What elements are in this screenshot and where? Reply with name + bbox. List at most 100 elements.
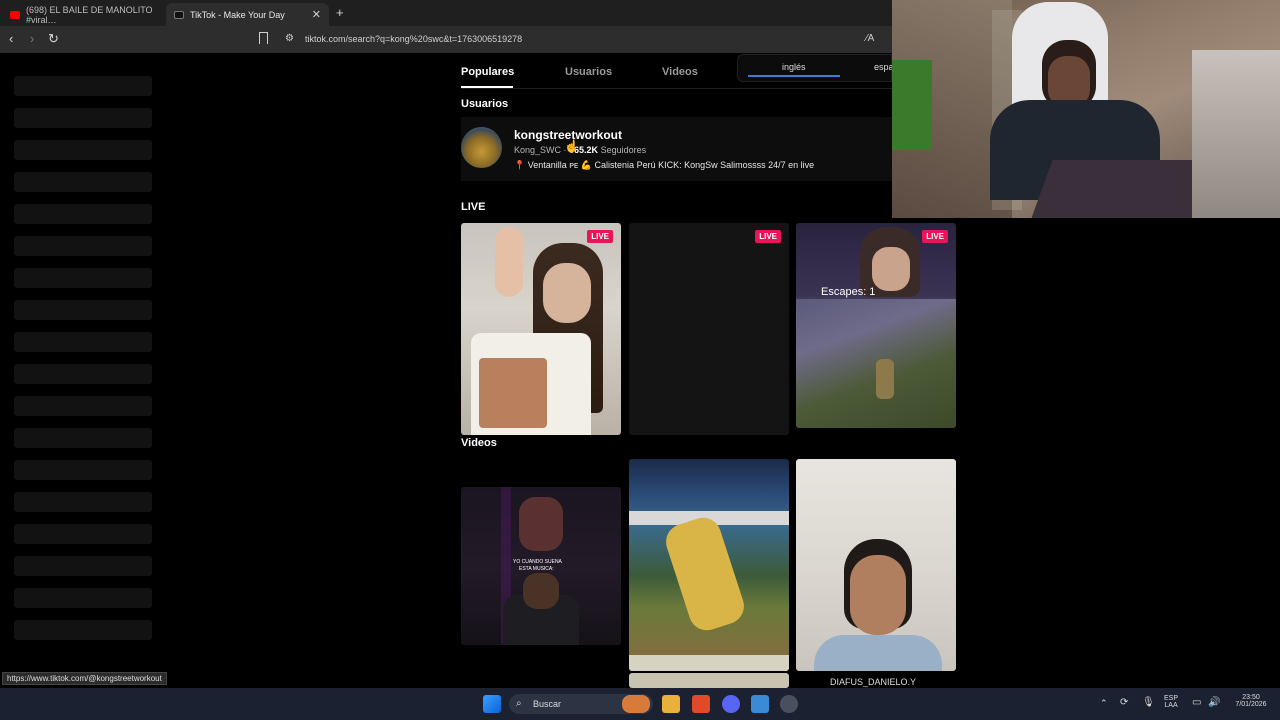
- live-badge: LIVE: [922, 230, 948, 243]
- search-icon: ⌕: [516, 698, 522, 709]
- microphone-icon[interactable]: 🎙: [1142, 697, 1155, 708]
- skeleton-item: [14, 204, 152, 224]
- skeleton-item: [14, 524, 152, 544]
- skeleton-item: [14, 460, 152, 480]
- face: [850, 555, 906, 635]
- back-icon[interactable]: ‹: [9, 31, 13, 46]
- tab-tiktok[interactable]: TikTok - Make Your Day ✕: [166, 3, 329, 26]
- app-icon[interactable]: [751, 695, 769, 713]
- green-object: [892, 60, 932, 150]
- skeleton-item: [14, 332, 152, 352]
- translate-panel: [737, 54, 892, 82]
- clock[interactable]: 23:50 7/01/2026: [1230, 694, 1272, 708]
- skeleton-item: [14, 364, 152, 384]
- section-title-live: LIVE: [461, 201, 486, 213]
- language-code: ESP: [1164, 695, 1179, 702]
- face: [872, 247, 910, 291]
- file-explorer-icon[interactable]: [662, 695, 680, 713]
- volume-icon[interactable]: 🔊: [1208, 697, 1220, 708]
- clock-time: 23:50: [1242, 694, 1260, 701]
- forward-icon[interactable]: ›: [30, 31, 34, 46]
- escapes-counter: Escapes: 1: [821, 286, 876, 298]
- video-overlay-text: ESTA MUSICA:: [519, 566, 554, 572]
- face: [523, 573, 559, 609]
- close-tab-icon[interactable]: ✕: [312, 8, 321, 21]
- user-handle: Kong_SWC: [514, 145, 562, 155]
- head-figure: [519, 497, 563, 551]
- skeleton-item: [14, 172, 152, 192]
- user-meta: Kong_SWC · 365.2K Seguidores: [514, 145, 647, 155]
- address-bar[interactable]: tiktok.com/search?q=kong%20swc&t=1763006…: [305, 34, 522, 44]
- hand: [495, 227, 523, 297]
- video-card-4-peek[interactable]: [629, 673, 789, 688]
- translate-option-english[interactable]: inglés: [782, 62, 806, 72]
- section-title-videos: Videos: [461, 437, 497, 449]
- game-character: [876, 359, 894, 399]
- tab-label: (698) EL BAILE DE MANOLITO #viral…: [26, 4, 153, 25]
- tab-youtube[interactable]: (698) EL BAILE DE MANOLITO #viral…: [2, 3, 162, 26]
- tabs-divider: [461, 88, 892, 89]
- tab-videos[interactable]: Videos: [662, 66, 698, 78]
- youtube-icon: [10, 10, 20, 19]
- clock-date: 7/01/2026: [1235, 701, 1267, 708]
- live-card-3[interactable]: Escapes: 1 LIVE: [796, 223, 956, 428]
- live-badge: LIVE: [755, 230, 781, 243]
- tab-label: TikTok - Make Your Day: [190, 9, 285, 20]
- athlete-figure: [661, 513, 749, 635]
- live-card-1[interactable]: LIVE: [461, 223, 621, 435]
- live-badge: LIVE: [587, 230, 613, 243]
- mouse-cursor-icon: ☝: [564, 139, 579, 153]
- discord-icon[interactable]: [722, 695, 740, 713]
- handbag: [479, 358, 547, 428]
- skeleton-item: [14, 76, 152, 96]
- browser-toolbar: ‹ › ↻ ⚙ tiktok.com/search?q=kong%20swc&t…: [0, 26, 892, 53]
- avatar[interactable]: [461, 127, 502, 168]
- status-link-preview: https://www.tiktok.com/@kongstreetworkou…: [2, 672, 167, 685]
- new-tab-button[interactable]: +: [336, 5, 344, 20]
- webcam-overlay: [892, 0, 1280, 218]
- sync-icon[interactable]: ⟳: [1120, 697, 1128, 708]
- taskbar-search-text: Buscar: [533, 699, 562, 709]
- monitor-edge: [1192, 50, 1280, 218]
- skeleton-item: [14, 108, 152, 128]
- skeleton-item: [14, 588, 152, 608]
- site-info-icon[interactable]: ⚙: [285, 33, 294, 44]
- skeleton-item: [14, 236, 152, 256]
- bookmark-icon[interactable]: [259, 32, 268, 44]
- chevron-up-icon[interactable]: ⌃: [1100, 698, 1108, 709]
- skeleton-item: [14, 140, 152, 160]
- video-card-1[interactable]: YO CUANDO SUENA ESTA MUSICA:: [461, 487, 621, 645]
- network-icon[interactable]: ▭: [1192, 697, 1201, 708]
- video-card-2[interactable]: [629, 459, 789, 671]
- translate-selected-indicator: [748, 75, 840, 77]
- skeleton-item: [14, 268, 152, 288]
- video-card-3[interactable]: [796, 459, 956, 671]
- tab-usuarios[interactable]: Usuarios: [565, 66, 612, 78]
- live-card-2[interactable]: LIVE: [629, 223, 789, 435]
- video-overlay-text: YO CUANDO SUENA: [513, 559, 562, 565]
- keyboard-layout: LAA: [1164, 702, 1178, 709]
- search-highlight-icon: [622, 695, 650, 713]
- browser-tab-bar: (698) EL BAILE DE MANOLITO #viral… TikTo…: [0, 0, 892, 26]
- reload-icon[interactable]: ↻: [48, 31, 59, 47]
- language-indicator[interactable]: ESP LAA: [1164, 695, 1178, 709]
- tiktok-icon: [174, 10, 184, 19]
- translate-option-spanish[interactable]: espa: [874, 62, 894, 72]
- skeleton-item: [14, 300, 152, 320]
- face: [543, 263, 591, 323]
- video-caption: DIAFUS_DANIELO.Y: [830, 677, 917, 687]
- section-title-users: Usuarios: [461, 98, 509, 110]
- skeleton-item: [14, 556, 152, 576]
- obs-icon[interactable]: [780, 695, 798, 713]
- skeleton-item: [14, 428, 152, 448]
- skeleton-item: [14, 396, 152, 416]
- skeleton-item: [14, 492, 152, 512]
- tab-populares[interactable]: Populares: [461, 66, 514, 78]
- translate-icon[interactable]: ⁄A: [866, 33, 874, 44]
- followers-label: Seguidores: [600, 145, 647, 155]
- skeleton-item: [14, 620, 152, 640]
- shirt: [814, 635, 942, 671]
- windows-start-icon[interactable]: [483, 695, 501, 713]
- wall: [629, 655, 789, 671]
- brave-browser-icon[interactable]: [692, 695, 710, 713]
